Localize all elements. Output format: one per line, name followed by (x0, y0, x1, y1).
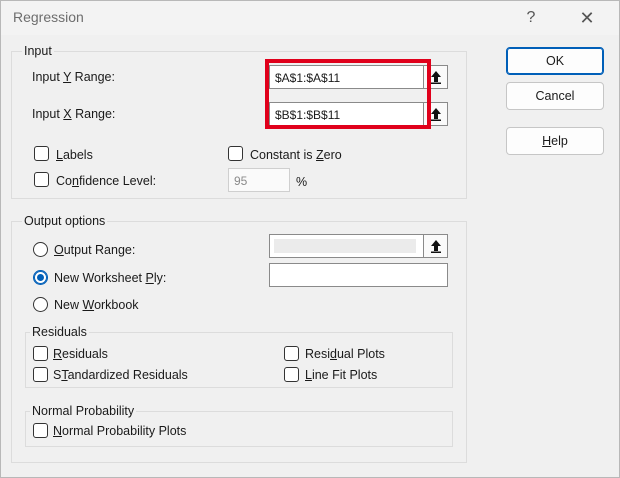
new-worksheet-ply-input[interactable] (269, 263, 448, 287)
normal-probability-plots-label: Normal Probability Plots (53, 424, 187, 438)
line-fit-plots-checkbox[interactable] (284, 367, 299, 382)
collapse-dialog-icon[interactable] (423, 235, 447, 257)
residuals-legend: Residuals (30, 325, 89, 339)
regression-dialog: Regression ? ✕ Input Input Y Range: $A$1… (0, 0, 620, 478)
ok-button[interactable]: OK (506, 47, 604, 75)
residuals-label: Residuals (53, 347, 108, 361)
output-options-legend: Output options (22, 214, 108, 228)
close-icon[interactable]: ✕ (567, 5, 607, 31)
labels-label: Labels (56, 148, 93, 162)
constant-is-zero-checkbox[interactable] (228, 146, 243, 161)
residual-plots-checkbox[interactable] (284, 346, 299, 361)
line-fit-plots-label: Line Fit Plots (305, 368, 378, 382)
output-range-label: Output Range: (54, 243, 136, 257)
normal-probability-plots-checkbox[interactable] (33, 423, 48, 438)
input-y-range-label: Input Y Range: (32, 70, 115, 84)
percent-label: % (296, 175, 308, 189)
output-range-field[interactable] (269, 234, 448, 258)
confidence-level-checkbox[interactable] (34, 172, 49, 187)
new-worksheet-ply-radio[interactable] (33, 270, 48, 285)
residuals-checkbox[interactable] (33, 346, 48, 361)
help-button[interactable]: Help (506, 127, 604, 155)
residual-plots-label: Residual Plots (305, 347, 385, 361)
new-workbook-radio[interactable] (33, 297, 48, 312)
new-workbook-label: New Workbook (54, 298, 139, 312)
standardized-residuals-label: STandardized Residuals (53, 368, 188, 382)
input-legend: Input (22, 44, 54, 58)
confidence-level-label: Confidence Level: (56, 174, 157, 188)
confidence-level-input[interactable]: 95 (228, 168, 290, 192)
window-title: Regression (13, 9, 84, 25)
help-question-icon[interactable]: ? (511, 5, 551, 31)
input-x-range-label: Input X Range: (32, 107, 116, 121)
output-range-disabled-area (274, 239, 416, 253)
output-range-radio[interactable] (33, 242, 48, 257)
normal-probability-legend: Normal Probability (30, 404, 137, 418)
standardized-residuals-checkbox[interactable] (33, 367, 48, 382)
title-bar: Regression ? ✕ (1, 1, 619, 35)
constant-is-zero-label: Constant is Zero (250, 148, 342, 162)
cancel-button[interactable]: Cancel (506, 82, 604, 110)
confidence-level-value: 95 (234, 174, 248, 188)
new-worksheet-ply-label: New Worksheet Ply: (54, 271, 167, 285)
range-highlight-box (265, 59, 431, 129)
labels-checkbox[interactable] (34, 146, 49, 161)
